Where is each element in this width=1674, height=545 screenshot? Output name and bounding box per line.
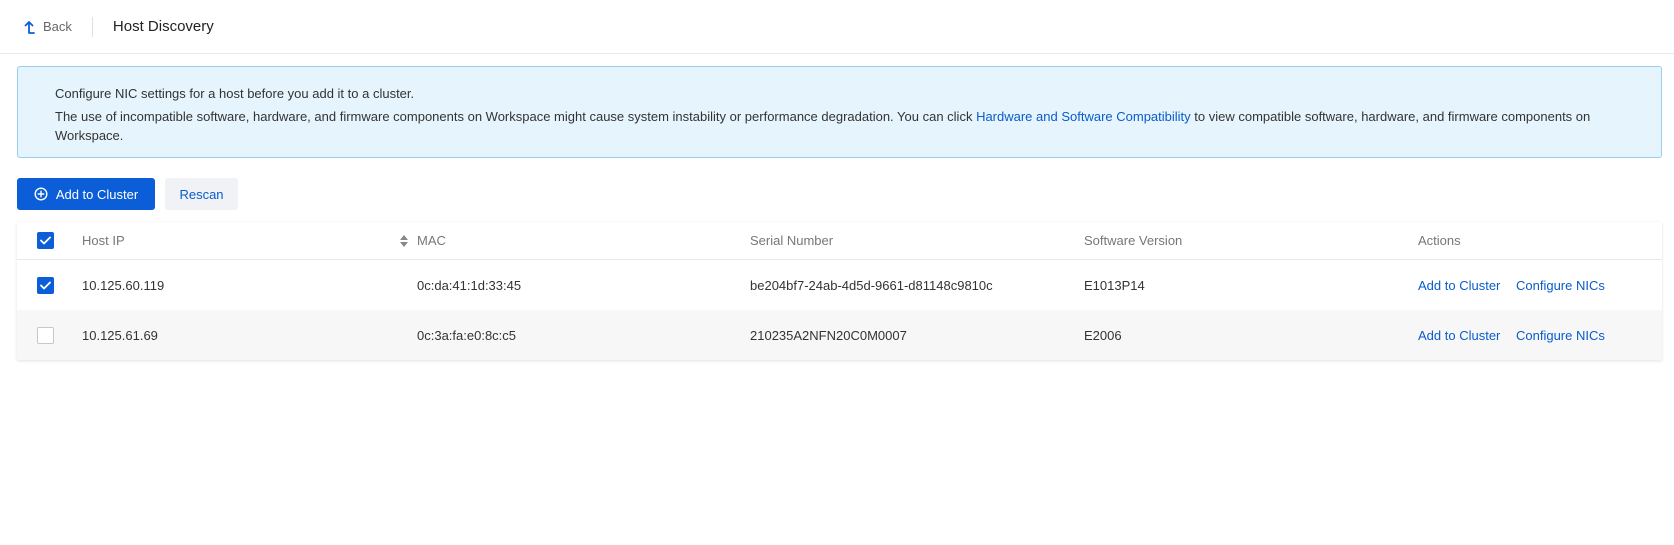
table-row: 10.125.61.69 0c:3a:fa:e0:8c:c5 210235A2N… bbox=[17, 310, 1662, 360]
checkmark-icon bbox=[40, 236, 51, 245]
select-all-checkbox[interactable] bbox=[37, 232, 54, 249]
row-add-to-cluster-link[interactable]: Add to Cluster bbox=[1418, 278, 1500, 293]
mac-cell: 0c:3a:fa:e0:8c:c5 bbox=[417, 327, 517, 343]
column-header-software-version: Software Version bbox=[1084, 233, 1183, 248]
notice-line-2-text: The use of incompatible software, hardwa… bbox=[55, 109, 977, 124]
back-label: Back bbox=[43, 19, 72, 34]
column-header-mac: MAC bbox=[417, 233, 446, 248]
rescan-button[interactable]: Rescan bbox=[165, 178, 238, 210]
compatibility-link[interactable]: Hardware and Software Compatibility bbox=[976, 109, 1191, 124]
info-notice: Configure NIC settings for a host before… bbox=[17, 66, 1662, 158]
hosts-table: Host IP MAC Serial Number Software Versi… bbox=[17, 222, 1662, 360]
row-checkbox[interactable] bbox=[37, 326, 54, 344]
serial-number-cell: 210235A2NFN20C0M0007 bbox=[750, 327, 907, 343]
host-ip-cell: 10.125.61.69 bbox=[82, 327, 158, 343]
column-header-serial-number: Serial Number bbox=[750, 233, 834, 248]
top-bar: Back Host Discovery bbox=[0, 0, 1674, 54]
back-arrow-icon bbox=[24, 19, 38, 35]
serial-number-cell: be204bf7-24ab-4d5d-9661-d81148c9810c bbox=[750, 277, 993, 293]
host-ip-cell: 10.125.60.119 bbox=[82, 277, 165, 293]
back-button[interactable]: Back bbox=[24, 19, 72, 35]
row-select-cell bbox=[17, 276, 82, 294]
sort-icon[interactable] bbox=[399, 234, 409, 248]
add-to-cluster-button[interactable]: Add to Cluster bbox=[17, 178, 155, 210]
toolbar: Add to Cluster Rescan bbox=[17, 178, 238, 210]
row-configure-nics-link[interactable]: Configure NICs bbox=[1516, 328, 1605, 343]
actions-cell: Add to Cluster Configure NICs bbox=[1418, 328, 1662, 343]
page-title: Host Discovery bbox=[112, 18, 214, 35]
row-configure-nics-link[interactable]: Configure NICs bbox=[1516, 278, 1605, 293]
header-divider bbox=[91, 16, 93, 37]
mac-cell: 0c:da:41:1d:33:45 bbox=[417, 277, 522, 293]
checkmark-icon bbox=[40, 281, 51, 289]
notice-line-1: Configure NIC settings for a host before… bbox=[55, 86, 415, 101]
row-add-to-cluster-link[interactable]: Add to Cluster bbox=[1418, 328, 1500, 343]
notice-line-2: The use of incompatible software, hardwa… bbox=[55, 107, 1625, 145]
row-select-cell bbox=[17, 326, 82, 344]
column-header-host-ip[interactable]: Host IP bbox=[82, 233, 417, 248]
column-header-actions: Actions bbox=[1418, 233, 1461, 248]
row-checkbox[interactable] bbox=[37, 276, 54, 294]
select-all-cell bbox=[17, 232, 82, 249]
plus-circle-icon bbox=[34, 187, 48, 201]
table-row: 10.125.60.119 0c:da:41:1d:33:45 be204bf7… bbox=[17, 260, 1662, 310]
software-version-cell: E1013P14 bbox=[1084, 277, 1145, 293]
column-label-host-ip: Host IP bbox=[82, 233, 125, 248]
table-header: Host IP MAC Serial Number Software Versi… bbox=[17, 222, 1662, 260]
add-to-cluster-label: Add to Cluster bbox=[55, 186, 139, 202]
software-version-cell: E2006 bbox=[1084, 327, 1122, 343]
actions-cell: Add to Cluster Configure NICs bbox=[1418, 278, 1662, 293]
